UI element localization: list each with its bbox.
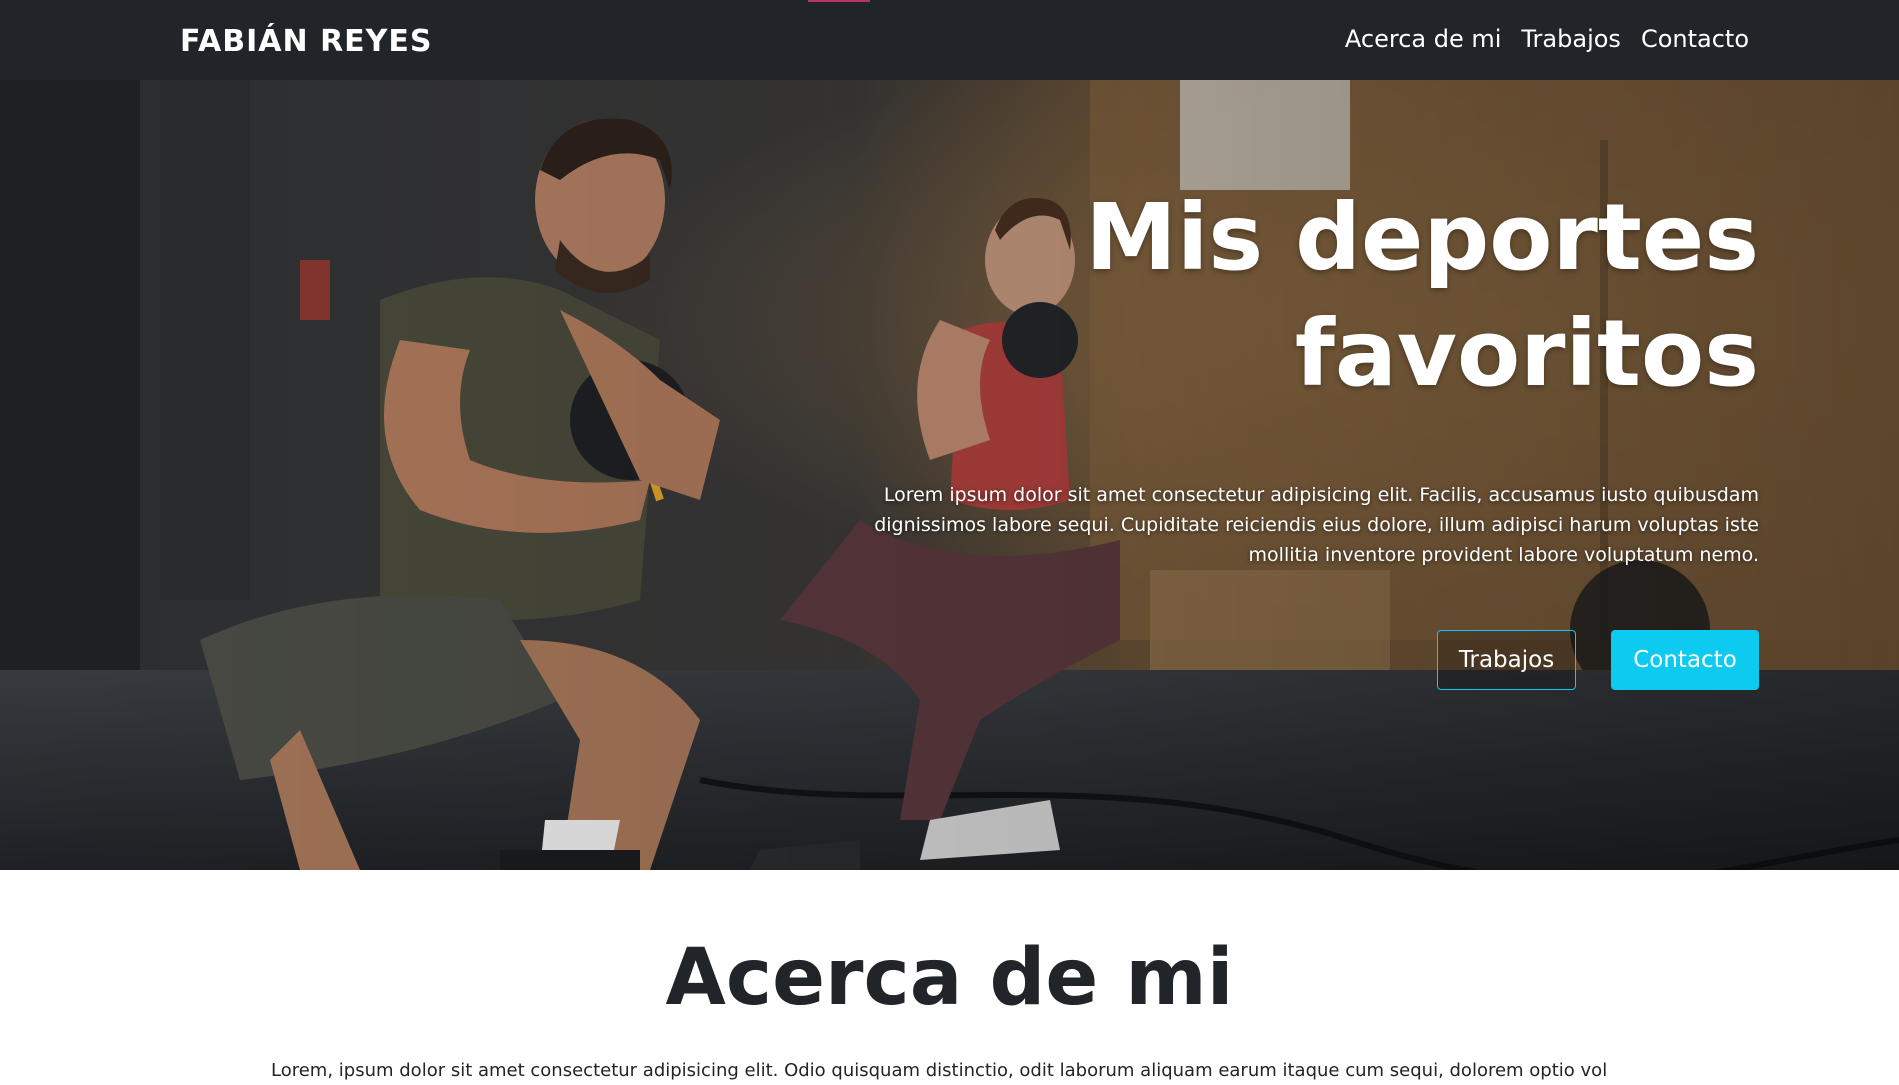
about-text: Lorem, ipsum dolor sit amet consectetur … bbox=[271, 1060, 1608, 1081]
hero-description: Lorem ipsum dolor sit amet consectetur a… bbox=[874, 484, 1759, 566]
navbar: FABIÁN REYES Acerca de mi Trabajos Conta… bbox=[0, 0, 1899, 80]
nav-links: Acerca de mi Trabajos Contacto bbox=[1345, 20, 1749, 58]
hero-buttons: Trabajos Contacto bbox=[1437, 630, 1759, 690]
nav-link-acerca[interactable]: Acerca de mi bbox=[1345, 20, 1502, 58]
brand-logo[interactable]: FABIÁN REYES bbox=[180, 22, 432, 62]
contacto-button[interactable]: Contacto bbox=[1611, 630, 1759, 690]
nav-link-trabajos[interactable]: Trabajos bbox=[1521, 20, 1621, 58]
nav-indicator bbox=[808, 0, 870, 2]
trabajos-button[interactable]: Trabajos bbox=[1437, 630, 1576, 690]
hero-title: Mis deportes favoritos bbox=[859, 180, 1759, 412]
hero-title-line1: Mis deportes bbox=[1085, 184, 1759, 291]
nav-link-contacto[interactable]: Contacto bbox=[1641, 20, 1749, 58]
hero-section: Mis deportes favoritos Lorem ipsum dolor… bbox=[0, 80, 1899, 870]
hero-title-line2: favoritos bbox=[1294, 300, 1759, 407]
about-title: Acerca de mi bbox=[665, 933, 1234, 1023]
